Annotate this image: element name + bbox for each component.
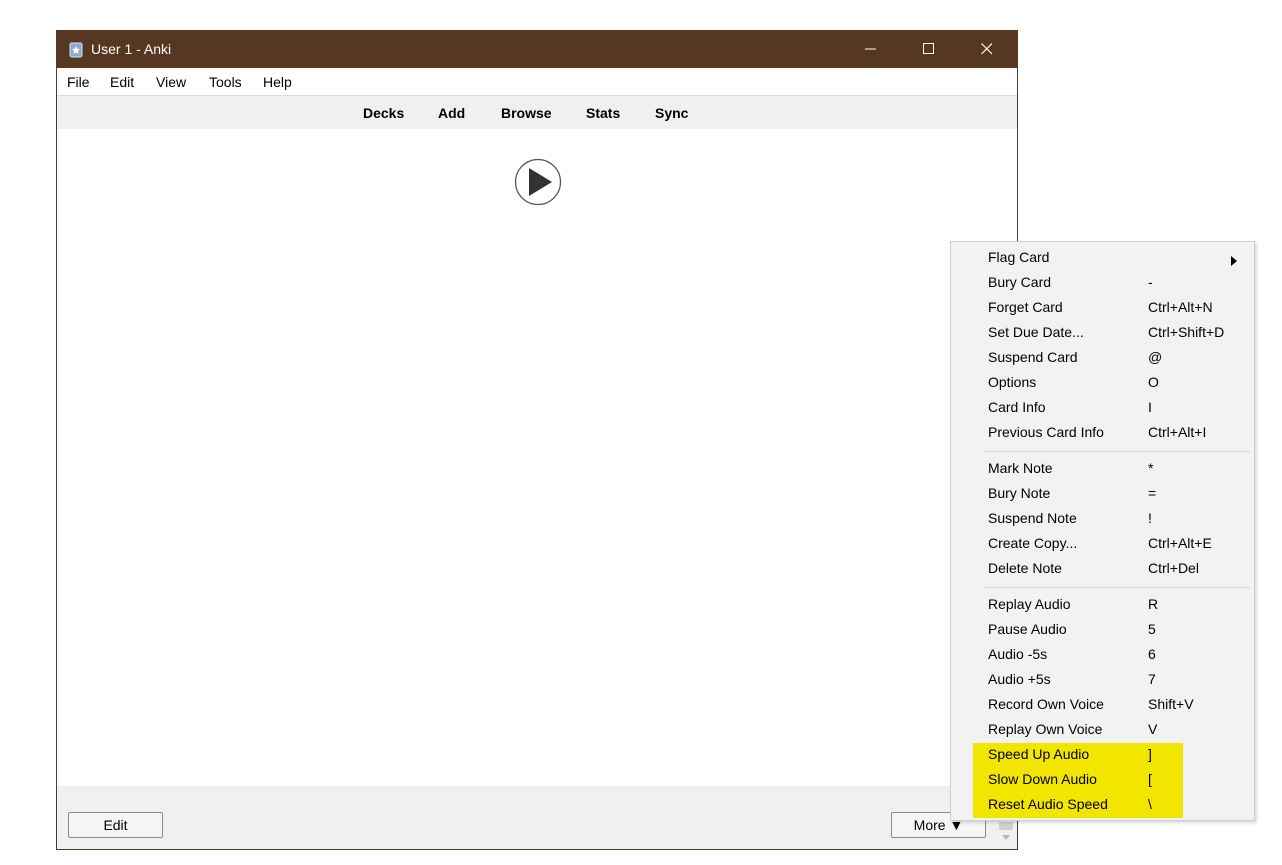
menu-item-label: Suspend Note [988, 510, 1077, 526]
menu-item-shortcut: Ctrl+Alt+N [1148, 299, 1213, 315]
close-icon [981, 43, 993, 55]
menu-item-shortcut: Shift+V [1148, 696, 1194, 712]
menu-item-reset-audio-speed[interactable]: Reset Audio Speed \ [973, 793, 1183, 818]
bottom-bar: Edit More ▼ [57, 786, 1017, 849]
menu-item-label: Create Copy... [988, 535, 1078, 551]
menu-item-speed-up-audio[interactable]: Speed Up Audio] [973, 743, 1183, 768]
more-context-menu: Flag Card Bury Card - Forget Card Ctrl+Alt+N… [950, 241, 1255, 821]
triangle-right-icon [1231, 253, 1237, 271]
play-icon [514, 158, 562, 206]
minimize-icon [865, 48, 876, 50]
menu-item-mark-note[interactable]: Mark Note * [973, 457, 1183, 482]
menu-item-shortcut: [ [1148, 771, 1152, 787]
menu-item-label: Set Due Date... [988, 324, 1084, 340]
menu-item-forget-card[interactable]: Forget Card Ctrl+Alt+N [973, 296, 1213, 321]
menu-edit[interactable]: Edit [110, 74, 134, 90]
menu-item-label: Pause Audio [988, 621, 1067, 637]
menu-item-label: Slow Down Audio [988, 771, 1097, 787]
menu-bar: File Edit View Tools Help [57, 68, 1017, 96]
menu-item-audio-5s[interactable]: Audio -5s 6 [973, 643, 1183, 668]
menu-item-shortcut: \ [1148, 796, 1152, 812]
menu-item-replay-own-voice[interactable]: Replay Own Voice V [973, 718, 1183, 743]
menu-item-label: Card Info [988, 399, 1046, 415]
anki-icon [69, 42, 83, 58]
menu-item-label: Audio +5s [988, 671, 1051, 687]
menu-item-shortcut: 5 [1148, 621, 1156, 637]
menu-item-suspend-note[interactable]: Suspend Note! [973, 507, 1183, 532]
review-area [57, 129, 1017, 786]
toolbar-stats[interactable]: Stats [586, 105, 620, 121]
menu-item-audio-5s[interactable]: Audio +5s 7 [973, 668, 1183, 693]
menu-item-label: Forget Card [988, 299, 1063, 315]
menu-item-label: Replay Audio [988, 596, 1071, 612]
menu-item-options[interactable]: Options O [973, 371, 1183, 396]
play-audio-button[interactable] [514, 158, 562, 206]
menu-item-bury-card[interactable]: Bury Card - [973, 271, 1183, 296]
menu-item-slow-down-audio[interactable]: Slow Down Audio [ [973, 768, 1183, 793]
menu-item-shortcut: Ctrl+Alt+E [1148, 535, 1212, 551]
menu-item-label: Audio -5s [988, 646, 1048, 662]
menu-view[interactable]: View [156, 74, 186, 90]
minimize-button[interactable] [842, 31, 900, 68]
menu-item-shortcut: - [1148, 274, 1153, 290]
toolbar-add[interactable]: Add [438, 105, 465, 121]
maximize-icon [923, 43, 934, 54]
menu-item-shortcut: R [1148, 596, 1159, 612]
menu-item-label: Mark Note [988, 460, 1053, 476]
menu-item-shortcut: * [1148, 460, 1154, 476]
menu-item-shortcut: @ [1148, 349, 1163, 365]
menu-item-replay-audio[interactable]: Replay Audio R [973, 593, 1183, 618]
anki-window: User 1 - Anki File Edit View Tools Help … [56, 30, 1018, 850]
menu-item-flag-card[interactable]: Flag Card [973, 246, 1183, 271]
edit-button[interactable]: Edit [68, 812, 163, 838]
menu-tools[interactable]: Tools [209, 74, 242, 90]
window-title: User 1 - Anki [91, 41, 172, 57]
menu-item-shortcut: V [1148, 721, 1158, 737]
close-button[interactable] [958, 31, 1016, 68]
menu-item-label: Flag Card [988, 249, 1050, 265]
menu-item-set-due-date[interactable]: Set Due Date... Ctrl+Shift+D [973, 321, 1224, 346]
menu-item-shortcut: 6 [1148, 646, 1156, 662]
maximize-button[interactable] [900, 31, 958, 68]
menu-item-label: Bury Note [988, 485, 1051, 501]
menu-item-bury-note[interactable]: Bury Note = [973, 482, 1183, 507]
menu-item-shortcut: ] [1148, 746, 1152, 762]
menu-separator [984, 587, 1250, 588]
menu-item-shortcut: Ctrl+Shift+D [1148, 324, 1225, 340]
scroll-down-icon[interactable] [999, 822, 1013, 844]
menu-item-previous-card-info[interactable]: Previous Card Info Ctrl+Alt+I [973, 421, 1206, 446]
toolbar-decks[interactable]: Decks [363, 105, 404, 121]
menu-separator [984, 451, 1250, 452]
menu-item-label: Delete Note [988, 560, 1062, 576]
menu-item-shortcut: O [1148, 374, 1159, 390]
toolbar-browse[interactable]: Browse [501, 105, 552, 121]
menu-item-label: Bury Card [988, 274, 1052, 290]
menu-item-record-own-voice[interactable]: Record Own Voice Shift+V [973, 693, 1194, 718]
menu-item-label: Suspend Card [988, 349, 1078, 365]
menu-item-label: Speed Up Audio [988, 746, 1090, 762]
menu-item-label: Options [988, 374, 1037, 390]
menu-item-delete-note[interactable]: Delete Note Ctrl+Del [973, 557, 1199, 582]
title-bar[interactable]: User 1 - Anki [57, 31, 1017, 68]
menu-item-suspend-card[interactable]: Suspend Card @ [973, 346, 1183, 371]
menu-item-label: Reset Audio Speed [988, 796, 1108, 812]
menu-item-shortcut: ! [1148, 510, 1152, 526]
menu-item-shortcut: Ctrl+Alt+I [1148, 424, 1207, 440]
menu-item-shortcut: 7 [1148, 671, 1156, 687]
menu-item-label: Previous Card Info [988, 424, 1104, 440]
toolbar-sync[interactable]: Sync [655, 105, 688, 121]
menu-item-label: Replay Own Voice [988, 721, 1103, 737]
menu-item-create-copy[interactable]: Create Copy... Ctrl+Alt+E [973, 532, 1212, 557]
menu-file[interactable]: File [67, 74, 90, 90]
menu-item-pause-audio[interactable]: Pause Audio 5 [973, 618, 1183, 643]
menu-item-shortcut: = [1148, 485, 1157, 501]
menu-help[interactable]: Help [263, 74, 292, 90]
menu-item-label: Record Own Voice [988, 696, 1104, 712]
menu-item-shortcut: I [1148, 399, 1152, 415]
menu-item-card-info[interactable]: Card Info I [973, 396, 1183, 421]
menu-item-shortcut: Ctrl+Del [1148, 560, 1199, 576]
top-toolbar: Decks Add Browse Stats Sync [57, 96, 1017, 129]
